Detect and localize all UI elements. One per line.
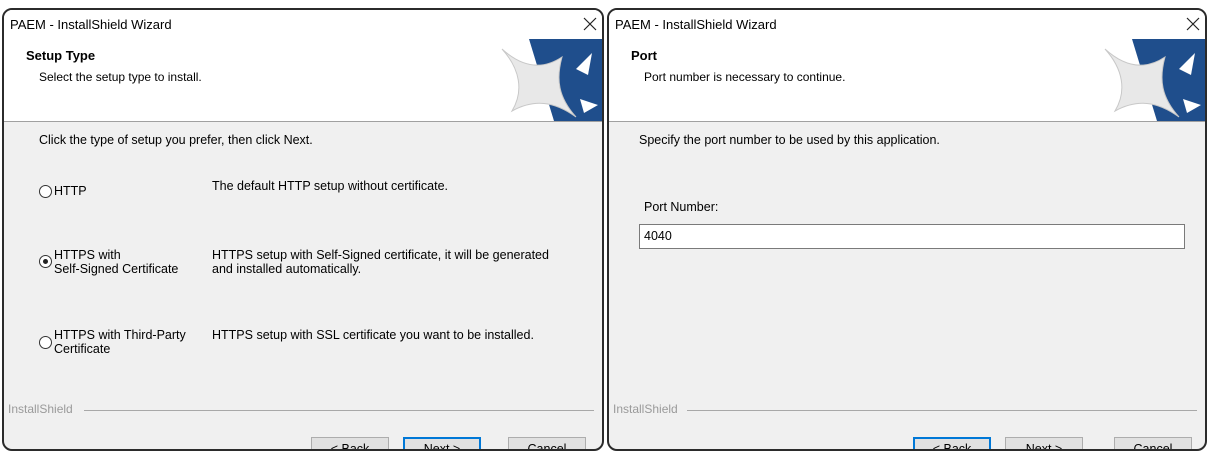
option-third-party-label-1: HTTPS with Third-Party: [54, 328, 186, 342]
cancel-button[interactable]: Cancel: [1114, 437, 1192, 449]
radio-http[interactable]: [39, 185, 52, 198]
footer-divider: [687, 410, 1197, 411]
option-self-signed-label-1: HTTPS with: [54, 248, 121, 262]
header-subtitle: Select the setup type to install.: [39, 70, 202, 84]
close-icon[interactable]: [1183, 14, 1203, 34]
option-http[interactable]: HTTP The default HTTP setup without cert…: [39, 179, 592, 202]
option-https-third-party[interactable]: HTTPS with Third-Party Certificate HTTPS…: [39, 326, 592, 356]
option-third-party-description: HTTPS setup with SSL certificate you wan…: [212, 328, 534, 342]
next-button[interactable]: Next >: [403, 437, 481, 449]
back-button[interactable]: < Back: [913, 437, 991, 449]
radio-https-third-party[interactable]: [39, 336, 52, 349]
option-http-label: HTTP: [54, 184, 87, 198]
installshield-logo-icon: [484, 39, 602, 121]
option-self-signed-description-1: HTTPS setup with Self-Signed certificate…: [212, 248, 549, 262]
port-number-label: Port Number:: [644, 200, 719, 214]
setup-type-window: PAEM - InstallShield Wizard Setup Type S…: [2, 8, 604, 451]
radio-https-self-signed[interactable]: [39, 255, 52, 268]
intro-text: Specify the port number to be used by th…: [639, 133, 940, 147]
footer-divider: [84, 410, 594, 411]
next-button[interactable]: Next >: [1005, 437, 1083, 449]
window-title: PAEM - InstallShield Wizard: [10, 17, 172, 32]
wizard-header: Port Port number is necessary to continu…: [609, 39, 1205, 122]
installshield-brand: InstallShield: [8, 402, 73, 416]
header-subtitle: Port number is necessary to continue.: [644, 70, 846, 84]
option-http-description: The default HTTP setup without certifica…: [212, 179, 448, 193]
cancel-button[interactable]: Cancel: [508, 437, 586, 449]
installshield-brand: InstallShield: [613, 402, 678, 416]
header-title: Port: [631, 48, 657, 63]
title-bar[interactable]: PAEM - InstallShield Wizard: [609, 10, 1205, 39]
intro-text: Click the type of setup you prefer, then…: [39, 133, 313, 147]
option-self-signed-description-2: and installed automatically.: [212, 262, 362, 276]
wizard-body: Click the type of setup you prefer, then…: [4, 122, 602, 449]
option-self-signed-label-2: Self-Signed Certificate: [54, 262, 179, 276]
wizard-body: Specify the port number to be used by th…: [609, 122, 1205, 449]
close-icon[interactable]: [580, 14, 600, 34]
option-https-self-signed[interactable]: HTTPS with Self-Signed Certificate HTTPS…: [39, 246, 592, 276]
title-bar[interactable]: PAEM - InstallShield Wizard: [4, 10, 602, 39]
port-number-input[interactable]: 4040: [639, 224, 1185, 249]
port-window: PAEM - InstallShield Wizard Port Port nu…: [607, 8, 1207, 451]
installshield-logo-icon: [1087, 39, 1205, 121]
wizard-header: Setup Type Select the setup type to inst…: [4, 39, 602, 122]
window-title: PAEM - InstallShield Wizard: [615, 17, 777, 32]
header-title: Setup Type: [26, 48, 96, 63]
back-button[interactable]: < Back: [311, 437, 389, 449]
option-third-party-label-2: Certificate: [54, 342, 111, 356]
